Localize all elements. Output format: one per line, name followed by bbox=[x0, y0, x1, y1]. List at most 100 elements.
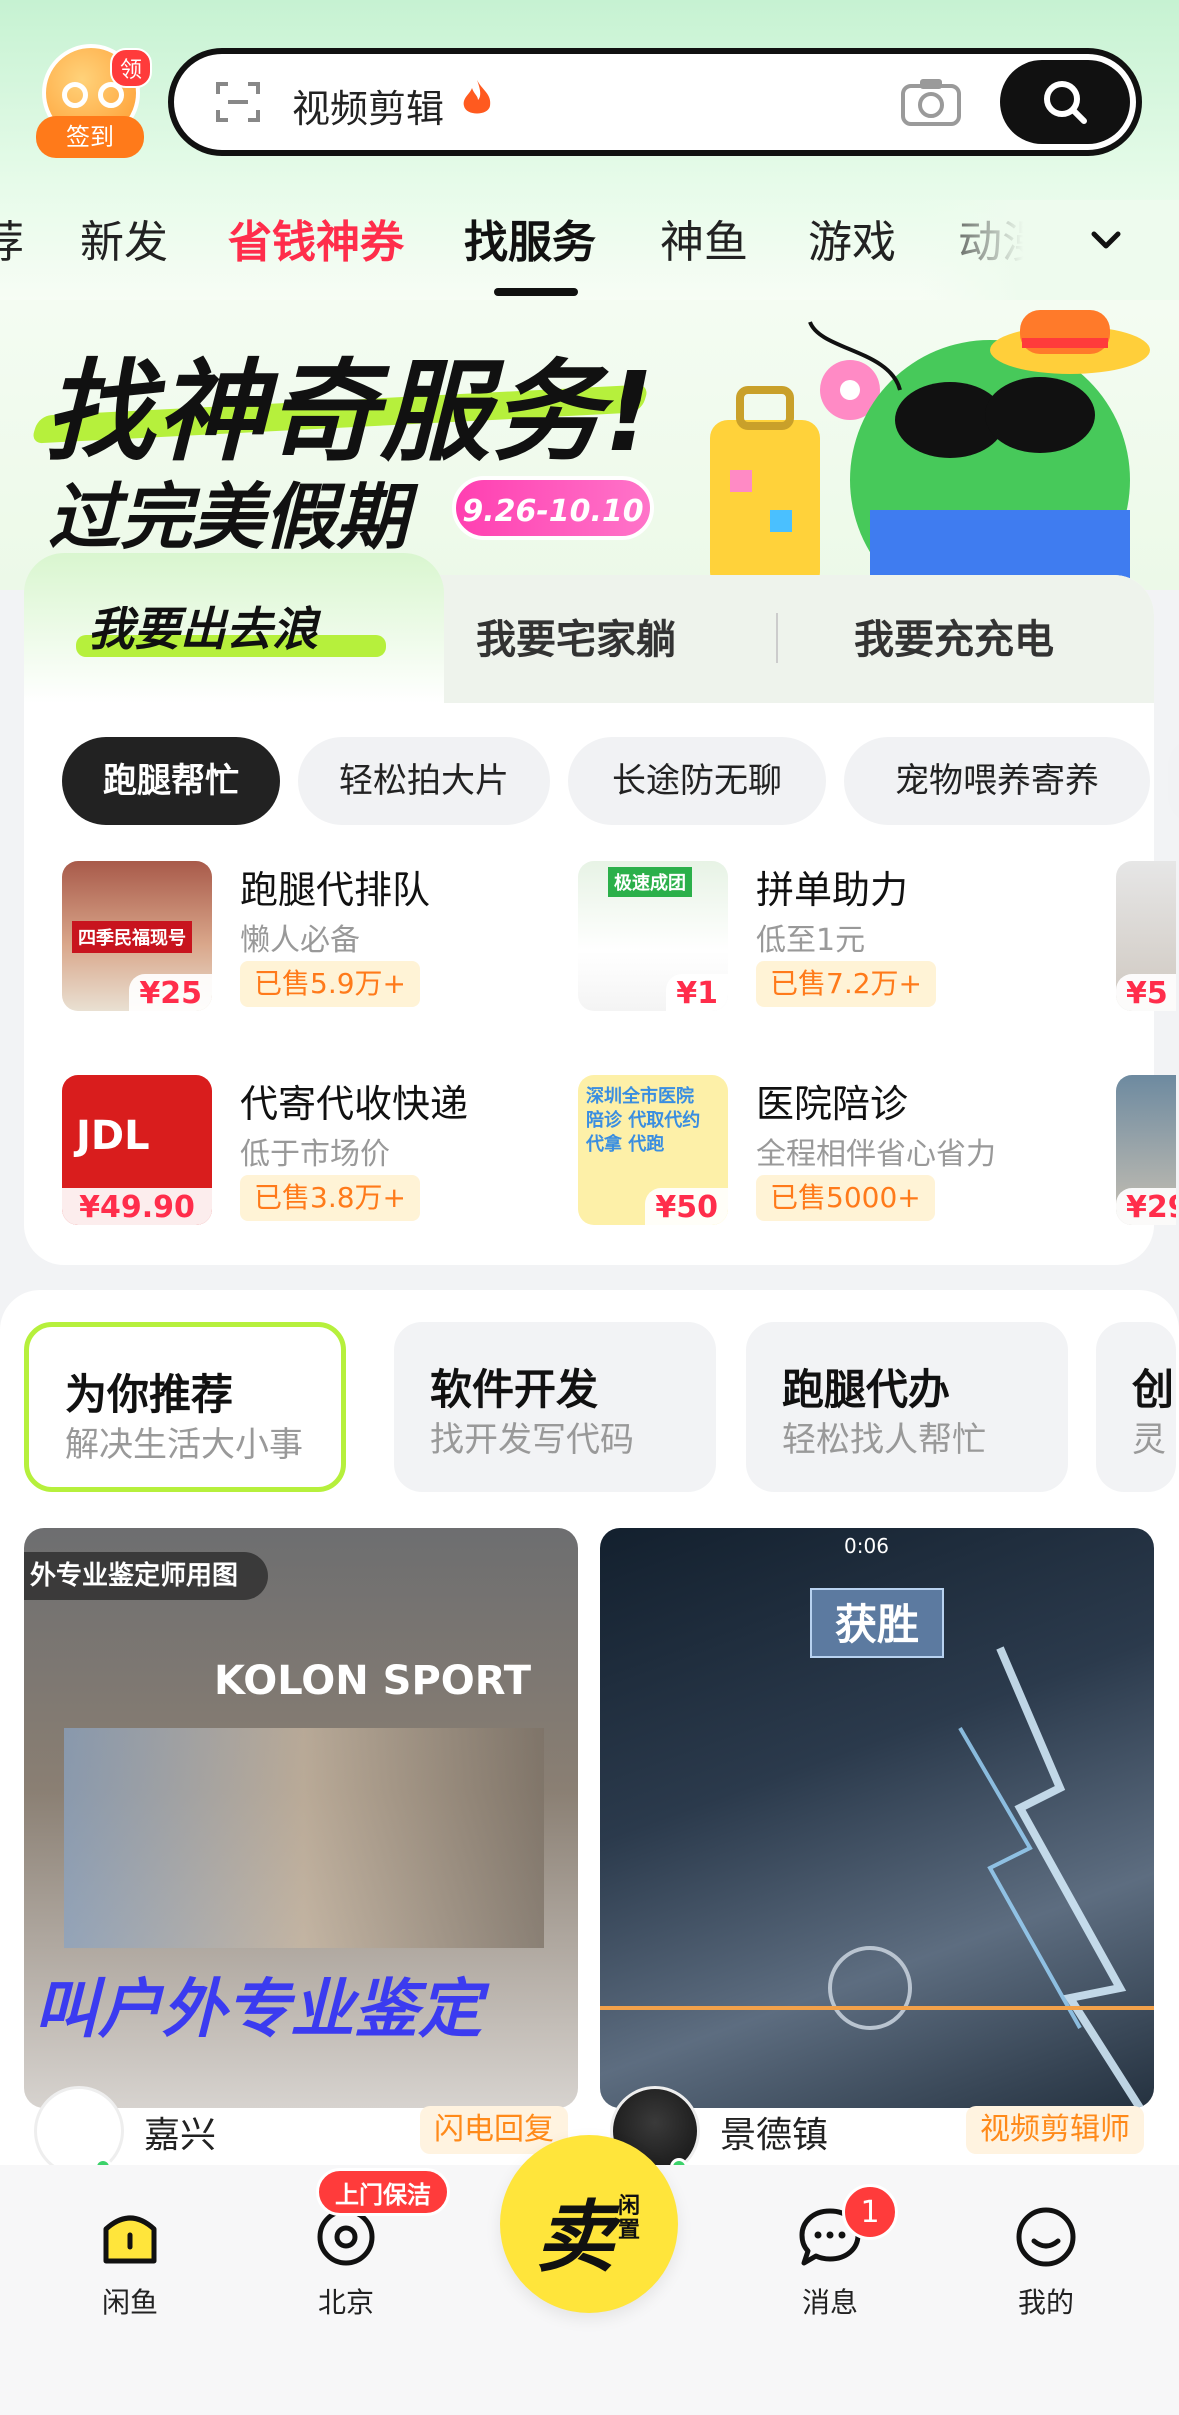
item-thumbnail: 极速成团 ¥1 bbox=[578, 861, 728, 1011]
nav-messages-label: 消息 bbox=[801, 2286, 858, 2319]
feed-card-image[interactable]: KOLON SPORT 外专业鉴定师用图 叫户外专业鉴定 bbox=[24, 1528, 578, 2108]
category-tabs: 荐 新发 省钱神券 找服务 神鱼 游戏 动漫 bbox=[0, 200, 1179, 300]
promo-banner[interactable]: 找神奇服务! 过完美假期 9.26-10.10 bbox=[0, 300, 1179, 590]
feed-seller-row[interactable]: 嘉兴 闪电回复 bbox=[24, 2086, 578, 2176]
item-thumbnail: JDL ¥49.90 bbox=[62, 1075, 212, 1225]
item-title: 拼单助力 bbox=[756, 868, 909, 912]
item-price: ¥25 bbox=[129, 974, 212, 1011]
tab-recommend[interactable]: 荐 bbox=[0, 206, 24, 270]
item-subtitle: 低于市场价 bbox=[240, 1137, 390, 1172]
nav-home[interactable]: 闲鱼 bbox=[70, 2193, 190, 2323]
feed-card-image[interactable]: 0:06 获胜 bbox=[600, 1528, 1154, 2108]
tab-new[interactable]: 新发 bbox=[80, 206, 168, 270]
category-software[interactable]: 软件开发 找开发写代码 bbox=[394, 1322, 716, 1492]
store-sign: KOLON SPORT bbox=[214, 1658, 532, 1704]
service-item[interactable]: 极速成团 ¥1 拼单助力 低至1元 已售7.2万+ bbox=[578, 861, 1078, 1011]
service-tab-go-out[interactable]: 我要出去浪 bbox=[24, 553, 444, 703]
category-subtitle: 灵 bbox=[1132, 1420, 1166, 1460]
message-count-badge: 1 bbox=[842, 2184, 898, 2240]
chip-long-trip[interactable]: 长途防无聊 bbox=[568, 737, 826, 825]
item-price: ¥5 bbox=[1116, 974, 1176, 1011]
lightning-effect-icon bbox=[600, 1646, 1154, 2108]
chevron-down-icon[interactable] bbox=[1086, 220, 1126, 260]
search-icon bbox=[1044, 81, 1087, 124]
item-price: ¥29 bbox=[1116, 1188, 1176, 1225]
nav-home-label: 闲鱼 bbox=[101, 2286, 158, 2319]
camera-icon[interactable] bbox=[900, 76, 962, 128]
item-title: 代寄代收快递 bbox=[240, 1082, 469, 1126]
sell-label: 卖 bbox=[536, 2193, 615, 2283]
nav-mine[interactable]: 我的 bbox=[986, 2193, 1106, 2323]
item-sold: 已售7.2万+ bbox=[756, 961, 936, 1007]
service-chips: 跑腿帮忙 轻松拍大片 长途防无聊 宠物喂养寄养 bbox=[62, 737, 1179, 827]
item-thumbnail: 四季民福现号 ¥25 bbox=[62, 861, 212, 1011]
category-title: 跑腿代办 bbox=[782, 1365, 951, 1414]
service-item-partial[interactable]: ¥29 bbox=[1116, 1075, 1176, 1225]
service-item[interactable]: 四季民福现号 ¥25 跑腿代排队 懒人必备 已售5.9万+ bbox=[62, 861, 562, 1011]
item-subtitle: 全程相伴省心省力 bbox=[756, 1137, 996, 1172]
item-sold: 已售5.9万+ bbox=[240, 961, 420, 1007]
checkin-label: 签到 bbox=[36, 116, 144, 158]
feed-seller-row[interactable]: 景德镇 视频剪辑师 bbox=[600, 2086, 1154, 2176]
item-title: 医院陪诊 bbox=[756, 1082, 909, 1126]
tab-services[interactable]: 找服务 bbox=[464, 206, 596, 270]
item-subtitle: 懒人必备 bbox=[240, 923, 360, 958]
city-service-badge: 上门保洁 bbox=[316, 2168, 450, 2216]
home-fish-icon bbox=[103, 2215, 157, 2264]
checkin-badge: 领 bbox=[109, 48, 152, 88]
feed-overlay-text: 叫户外专业鉴定 bbox=[34, 1973, 482, 2047]
category-title: 为你推荐 bbox=[65, 1370, 234, 1419]
search-bar[interactable]: 视频剪辑 bbox=[168, 48, 1142, 156]
service-card: 我要出去浪 我要宅家躺 我要充充电 跑腿帮忙 轻松拍大片 长途防无聊 宠物喂养寄… bbox=[24, 553, 1179, 1265]
category-for-you[interactable]: 为你推荐 解决生活大小事 bbox=[24, 1322, 346, 1492]
service-tab-label: 我要出去浪 bbox=[88, 602, 318, 656]
service-item-partial[interactable]: ¥5 bbox=[1116, 861, 1176, 1011]
service-item[interactable]: JDL ¥49.90 代寄代收快递 低于市场价 已售3.8万+ bbox=[62, 1075, 562, 1225]
mascot-illustration-icon bbox=[710, 310, 1150, 590]
search-input[interactable]: 视频剪辑 bbox=[292, 78, 444, 133]
fire-icon bbox=[463, 80, 491, 114]
top-header: 领 签到 视频剪辑 荐 新发 省钱神券 找服务 神鱼 游戏 动漫 bbox=[0, 0, 1179, 300]
active-tab-indicator bbox=[494, 288, 578, 296]
banner-dates: 9.26-10.10 bbox=[452, 476, 654, 540]
seller-city: 景德镇 bbox=[720, 2115, 829, 2156]
checkin-button[interactable]: 领 签到 bbox=[36, 44, 152, 158]
tab-games[interactable]: 游戏 bbox=[808, 206, 896, 270]
item-subtitle: 低至1元 bbox=[756, 923, 866, 958]
item-sold: 已售5000+ bbox=[756, 1175, 935, 1221]
category-title: 创 bbox=[1132, 1365, 1175, 1414]
service-tab-stay-home[interactable]: 我要宅家躺 bbox=[476, 607, 676, 665]
service-tabs: 我要出去浪 我要宅家躺 我要充充电 bbox=[24, 553, 1154, 703]
nav-city-label: 北京 bbox=[317, 2286, 374, 2319]
item-sold: 已售3.8万+ bbox=[240, 1175, 420, 1221]
category-errand[interactable]: 跑腿代办 轻松找人帮忙 bbox=[746, 1322, 1068, 1492]
service-tab-recharge[interactable]: 我要充充电 bbox=[854, 607, 1054, 665]
chip-photo[interactable]: 轻松拍大片 bbox=[298, 737, 550, 825]
sell-button[interactable]: 卖 闲置 bbox=[500, 2135, 678, 2313]
category-title: 软件开发 bbox=[430, 1365, 599, 1414]
chip-pet[interactable]: 宠物喂养寄养 bbox=[844, 737, 1150, 825]
item-price: ¥1 bbox=[666, 974, 728, 1011]
scan-icon[interactable] bbox=[214, 78, 262, 126]
seller-badge: 视频剪辑师 bbox=[966, 2106, 1144, 2154]
search-button[interactable] bbox=[1000, 60, 1130, 144]
category-subtitle: 解决生活大小事 bbox=[65, 1425, 303, 1465]
tab-coupons[interactable]: 省钱神券 bbox=[228, 206, 404, 270]
category-partial[interactable]: 创 灵 bbox=[1096, 1322, 1176, 1492]
smile-profile-icon bbox=[1016, 2207, 1076, 2267]
category-subtitle: 找开发写代码 bbox=[430, 1420, 634, 1460]
banner-subtitle: 过完美假期 bbox=[48, 475, 409, 559]
service-item[interactable]: 深圳全市医院 陪诊 代取代约代拿 代跑 ¥50 医院陪诊 全程相伴省心省力 已售… bbox=[578, 1075, 1078, 1225]
item-price: ¥50 bbox=[645, 1188, 728, 1225]
category-subtitle: 轻松找人帮忙 bbox=[782, 1420, 986, 1460]
tab-shenyu[interactable]: 神鱼 bbox=[660, 206, 748, 270]
feed-tag: 外专业鉴定师用图 bbox=[24, 1552, 269, 1600]
nav-mine-label: 我的 bbox=[1017, 2286, 1074, 2319]
item-price: ¥49.90 bbox=[62, 1188, 212, 1225]
item-title: 跑腿代排队 bbox=[240, 868, 431, 912]
service-items: 四季民福现号 ¥25 跑腿代排队 懒人必备 已售5.9万+ 极速成团 ¥1 拼单… bbox=[62, 861, 1176, 1241]
item-thumbnail: 深圳全市医院 陪诊 代取代约代拿 代跑 ¥50 bbox=[578, 1075, 728, 1225]
seller-city: 嘉兴 bbox=[144, 2115, 217, 2156]
chip-errand[interactable]: 跑腿帮忙 bbox=[62, 737, 280, 825]
sell-sub-label: 闲置 bbox=[618, 2194, 641, 2243]
